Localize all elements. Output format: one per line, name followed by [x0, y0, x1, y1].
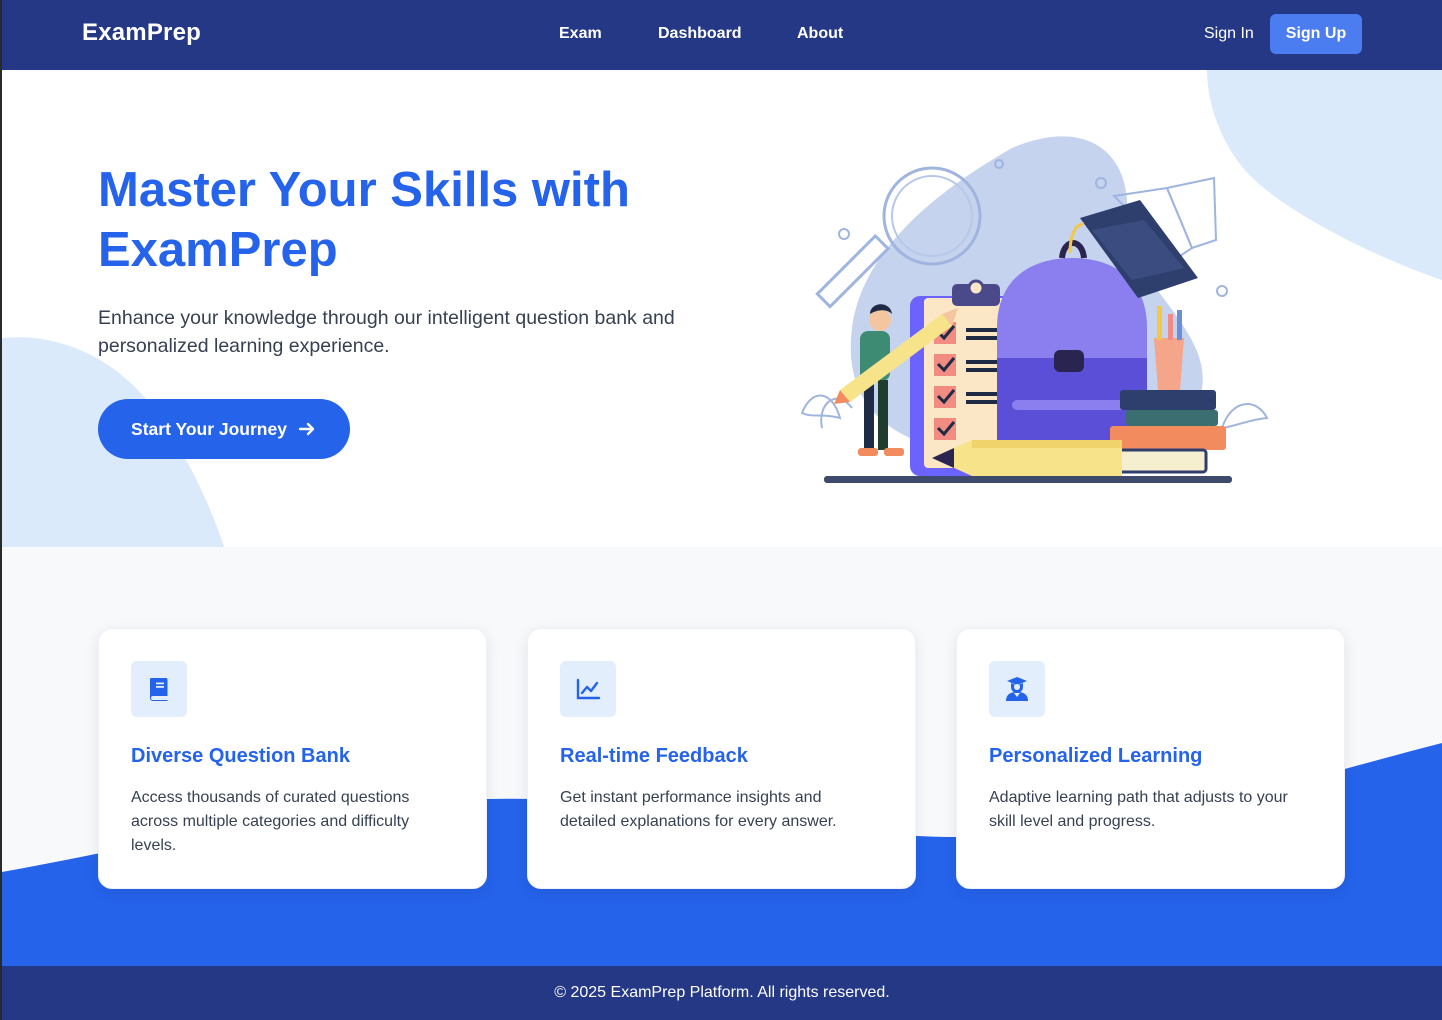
sign-in-link[interactable]: Sign In — [1204, 25, 1254, 43]
footer: © 2025 ExamPrep Platform. All rights res… — [2, 966, 1442, 1020]
book-icon — [150, 678, 168, 701]
brand-logo[interactable]: ExamPrep — [82, 19, 201, 47]
hero-subtitle: Enhance your knowledge through our intel… — [98, 307, 675, 357]
feature-card-personalized-learning: Personalized Learning Adaptive learning … — [956, 628, 1345, 889]
chart-line-icon-tile — [560, 661, 616, 717]
nav-link-dashboard[interactable]: Dashboard — [658, 25, 742, 43]
feature-description: Get instant performance insights and det… — [560, 789, 837, 830]
feature-description: Adaptive learning path that adjusts to y… — [989, 789, 1288, 830]
nav-link-exam[interactable]: Exam — [559, 25, 602, 43]
student-study-illustration — [800, 136, 1269, 483]
book-icon-tile — [131, 661, 187, 717]
ground-shape — [824, 476, 1232, 483]
start-journey-label: Start Your Journey — [131, 418, 287, 439]
graduate-icon-tile — [989, 661, 1045, 717]
sign-up-button[interactable]: Sign Up — [1270, 14, 1362, 54]
feature-title: Real-time Feedback — [560, 745, 748, 767]
navbar: ExamPrep Exam Dashboard About Sign In Si… — [2, 0, 1442, 70]
hero-title: Master Your Skills with ExamPrep — [98, 163, 630, 277]
chart-line-icon — [576, 678, 601, 700]
feature-title: Personalized Learning — [989, 745, 1203, 767]
hero-section: Master Your Skills with ExamPrep Enhance… — [2, 70, 1442, 547]
copyright-text: © 2025 ExamPrep Platform. All rights res… — [554, 984, 890, 1001]
features-section: Diverse Question Bank Access thousands o… — [2, 547, 1442, 966]
nav-link-about[interactable]: About — [797, 25, 843, 43]
arrow-right-icon — [298, 422, 315, 436]
feature-title: Diverse Question Bank — [131, 745, 350, 767]
start-journey-button[interactable]: Start Your Journey — [98, 399, 350, 459]
feature-card-question-bank: Diverse Question Bank Access thousands o… — [98, 628, 487, 889]
feature-description: Access thousands of curated questions ac… — [131, 789, 410, 854]
graduate-icon — [1006, 677, 1028, 701]
feature-card-realtime-feedback: Real-time Feedback Get instant performan… — [527, 628, 916, 889]
